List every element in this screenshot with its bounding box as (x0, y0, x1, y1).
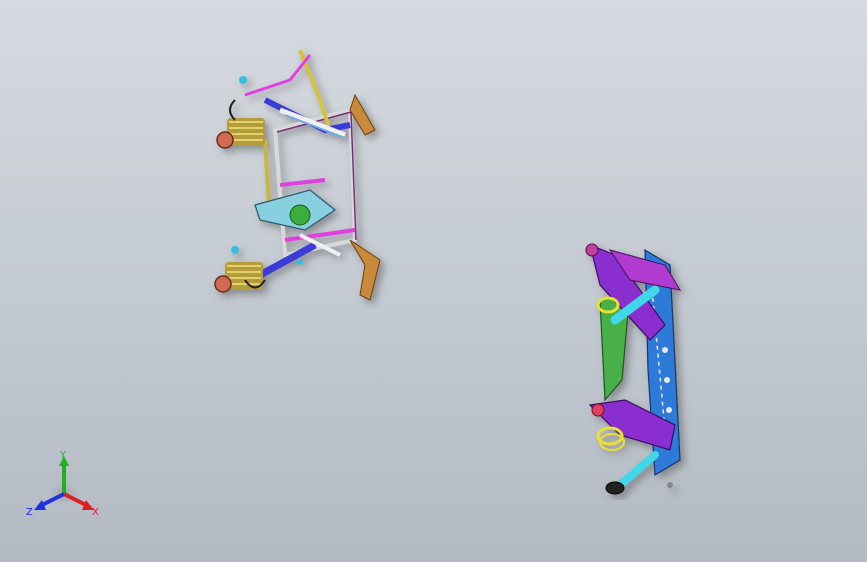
y-axis-label: Y (59, 450, 67, 461)
reference-triad: Y X Z (26, 450, 99, 518)
rear-suspension-assembly[interactable] (570, 230, 700, 500)
x-axis-label: X (92, 507, 99, 518)
front-suspension-assembly[interactable] (205, 40, 395, 310)
3d-model-viewport[interactable]: Y X Z (0, 0, 867, 562)
z-axis-label: Z (26, 507, 33, 518)
